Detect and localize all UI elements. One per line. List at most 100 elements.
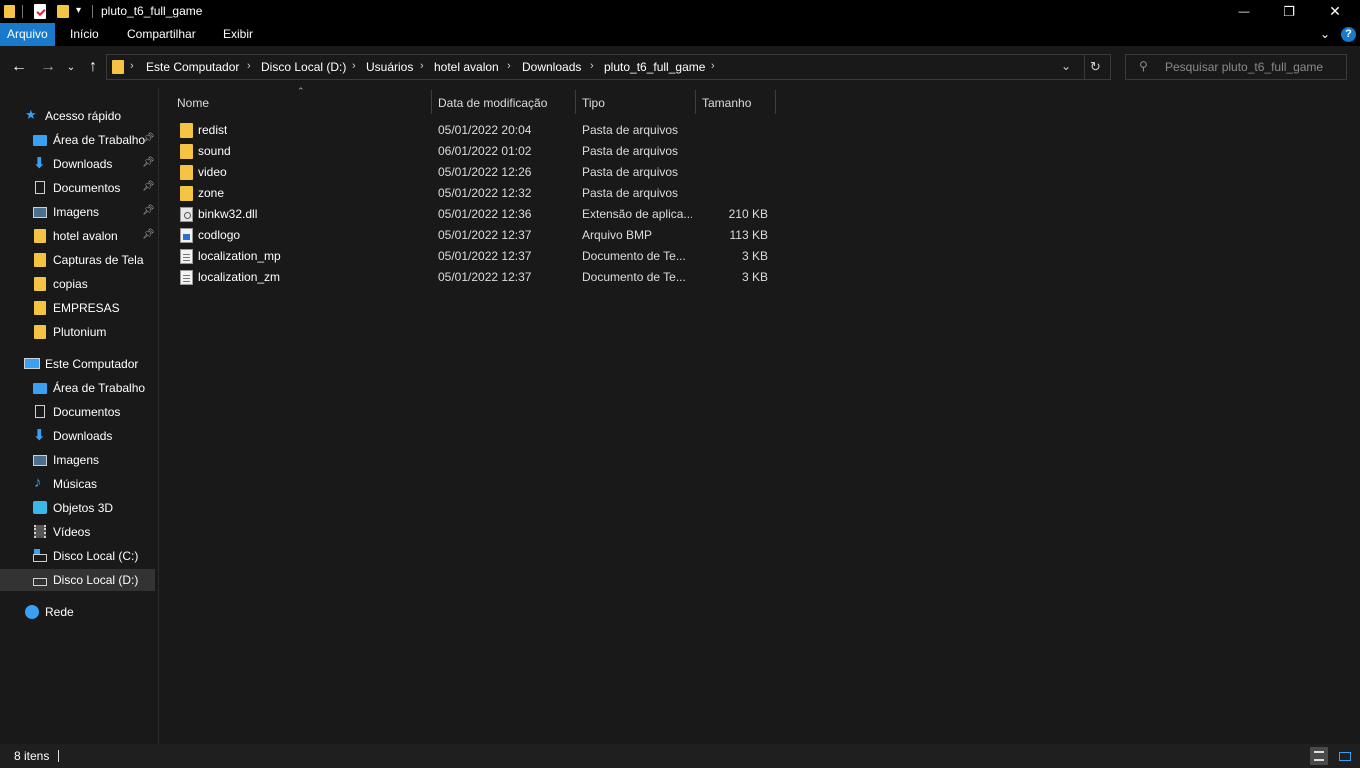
sidebar-item-videos[interactable]: Vídeos [0,521,158,543]
sidebar-item-label: Área de Trabalho [53,381,146,395]
sidebar-item-area-de-trabalho[interactable]: Área de Trabalho 📌︎ [0,129,158,151]
file-name: binkw32.dll [198,207,258,221]
search-icon: ⚲ [1139,59,1148,73]
sidebar-item-label: Músicas [53,477,98,491]
breadcrumb-pluto-t6-full-game[interactable]: pluto_t6_full_game [604,60,705,74]
file-row[interactable]: localization_zm 05/01/2022 12:37 Documen… [175,267,771,288]
file-row[interactable]: zone 05/01/2022 12:32 Pasta de arquivos [175,183,771,204]
breadcrumb-hotel-avalon[interactable]: hotel avalon [434,60,499,74]
search-box[interactable]: ⚲ Pesquisar pluto_t6_full_game [1125,54,1347,80]
sidebar-item-disco-local-c[interactable]: Disco Local (C:) [0,545,158,567]
close-button[interactable]: ✕ [1312,0,1358,23]
file-row[interactable]: sound 06/01/2022 01:02 Pasta de arquivos [175,141,771,162]
chevron-down-icon[interactable]: ▾ [76,5,81,16]
folder-icon [4,5,15,18]
details-view-button[interactable] [1310,747,1328,765]
title-bar: ▾ pluto_t6_full_game — ❐ ✕ [0,0,1360,23]
pin-icon: 📌︎ [142,205,155,216]
file-modified: 05/01/2022 12:26 [438,165,532,179]
sidebar-item-label: Downloads [53,157,113,171]
up-button[interactable]: ↑ [82,56,104,78]
breadcrumb-chevron-icon[interactable]: › [420,60,424,72]
new-folder-icon[interactable] [57,5,69,18]
sidebar-item-musicas[interactable]: ♪ Músicas [0,473,158,495]
sidebar-item-documentos-pc[interactable]: Documentos [0,401,158,423]
sidebar-item-copias[interactable]: copias [0,273,158,295]
file-row[interactable]: redist 05/01/2022 20:04 Pasta de arquivo… [175,120,771,141]
column-header-label: Data de modificação [438,96,548,110]
navigation-pane: ★ Acesso rápido Área de Trabalho 📌︎ ⬇ Do… [0,88,158,744]
tab-exibir[interactable]: Exibir [216,23,260,46]
sidebar-item-imagens[interactable]: Imagens 📌︎ [0,201,158,223]
sidebar-item-downloads[interactable]: ⬇ Downloads 📌︎ [0,153,158,175]
breadcrumb-downloads[interactable]: Downloads [522,60,581,74]
sidebar-item-downloads-pc[interactable]: ⬇ Downloads [0,425,158,447]
sidebar-item-hotel-avalon[interactable]: hotel avalon 📌︎ [0,225,158,247]
file-list: ⌃ Nome Data de modificação Tipo Tamanho … [159,86,1360,744]
sidebar-item-label: Plutonium [53,325,107,339]
breadcrumb-chevron-icon[interactable]: › [247,60,251,72]
address-history-chevron-icon[interactable]: ⌄ [1061,59,1071,73]
back-button[interactable]: ← [8,56,30,78]
file-row[interactable]: localization_mp 05/01/2022 12:37 Documen… [175,246,771,267]
file-row[interactable]: binkw32.dll 05/01/2022 12:36 Extensão de… [175,204,771,225]
sidebar-item-objetos-3d[interactable]: Objetos 3D [0,497,158,519]
file-name: codlogo [198,228,241,242]
file-modified: 05/01/2022 12:36 [438,207,532,221]
sidebar-item-rede[interactable]: Rede [0,601,158,623]
tab-inicio[interactable]: Início [63,23,106,46]
minimize-button[interactable]: — [1221,0,1267,23]
column-header-data-de-modificacao[interactable]: Data de modificação [432,92,575,114]
breadcrumb-chevron-icon[interactable]: › [711,60,715,72]
arrow-right-icon: → [40,58,56,75]
file-type: Extensão de aplica... [582,207,692,221]
column-header-nome[interactable]: Nome [171,92,431,114]
breadcrumb-disco-local-d[interactable]: Disco Local (D:) [261,60,346,74]
sidebar-item-capturas-de-tela[interactable]: Capturas de Tela [0,249,158,271]
search-input[interactable]: Pesquisar pluto_t6_full_game [1165,60,1323,74]
sidebar-item-area-de-trabalho-pc[interactable]: Área de Trabalho [0,377,158,399]
sidebar-item-documentos[interactable]: Documentos 📌︎ [0,177,158,199]
column-header-tipo[interactable]: Tipo [576,92,695,114]
breadcrumb-este-computador[interactable]: Este Computador [146,60,239,74]
breadcrumb-chevron-icon: › [130,60,134,72]
sidebar-item-este-computador[interactable]: Este Computador [0,353,158,375]
folder-icon [34,253,46,267]
forward-button[interactable]: → [37,56,59,78]
maximize-button[interactable]: ❐ [1266,0,1312,23]
pin-icon: 📌︎ [142,133,155,144]
sidebar-item-plutonium[interactable]: Plutonium [0,321,158,343]
file-row[interactable]: video 05/01/2022 12:26 Pasta de arquivos [175,162,771,183]
refresh-icon[interactable]: ↻ [1090,59,1101,75]
large-icons-view-button[interactable] [1336,747,1354,765]
breadcrumb-chevron-icon[interactable]: › [507,60,511,72]
file-type: Pasta de arquivos [582,165,679,179]
sidebar-item-imagens-pc[interactable]: Imagens [0,449,158,471]
sidebar-item-label: Objetos 3D [53,501,114,515]
column-separator[interactable] [775,90,776,114]
breadcrumb-chevron-icon[interactable]: › [352,60,356,72]
file-type: Arquivo BMP [582,228,653,242]
help-button[interactable]: ? [1341,27,1356,42]
properties-icon[interactable] [34,4,46,19]
expand-ribbon-chevron-icon[interactable]: ⌄ [1320,27,1330,41]
tab-arquivo[interactable]: Arquivo [0,23,55,46]
sidebar-item-empresas[interactable]: EMPRESAS [0,297,158,319]
star-icon: ★ [25,107,37,122]
address-bar[interactable]: › Este Computador › Disco Local (D:) › U… [106,54,1111,80]
folder-icon [180,144,193,159]
breadcrumb-usuarios[interactable]: Usuários [366,60,413,74]
tab-compartilhar[interactable]: Compartilhar [120,23,203,46]
arrow-up-icon: ↑ [89,58,97,75]
computer-icon [24,358,40,369]
breadcrumb-chevron-icon[interactable]: › [590,60,594,72]
arrow-left-icon: ← [11,58,27,75]
chevron-down-icon: ⌄ [66,61,76,73]
sidebar-item-label: Disco Local (C:) [53,549,139,563]
file-row[interactable]: codlogo 05/01/2022 12:37 Arquivo BMP 113… [175,225,771,246]
sidebar-item-acesso-rapido[interactable]: ★ Acesso rápido [0,105,158,127]
recent-locations-button[interactable]: ⌄ [62,56,80,78]
sidebar-item-disco-local-d[interactable]: Disco Local (D:) [0,569,155,591]
column-header-tamanho[interactable]: Tamanho [696,92,775,114]
file-modified: 05/01/2022 12:37 [438,228,532,242]
